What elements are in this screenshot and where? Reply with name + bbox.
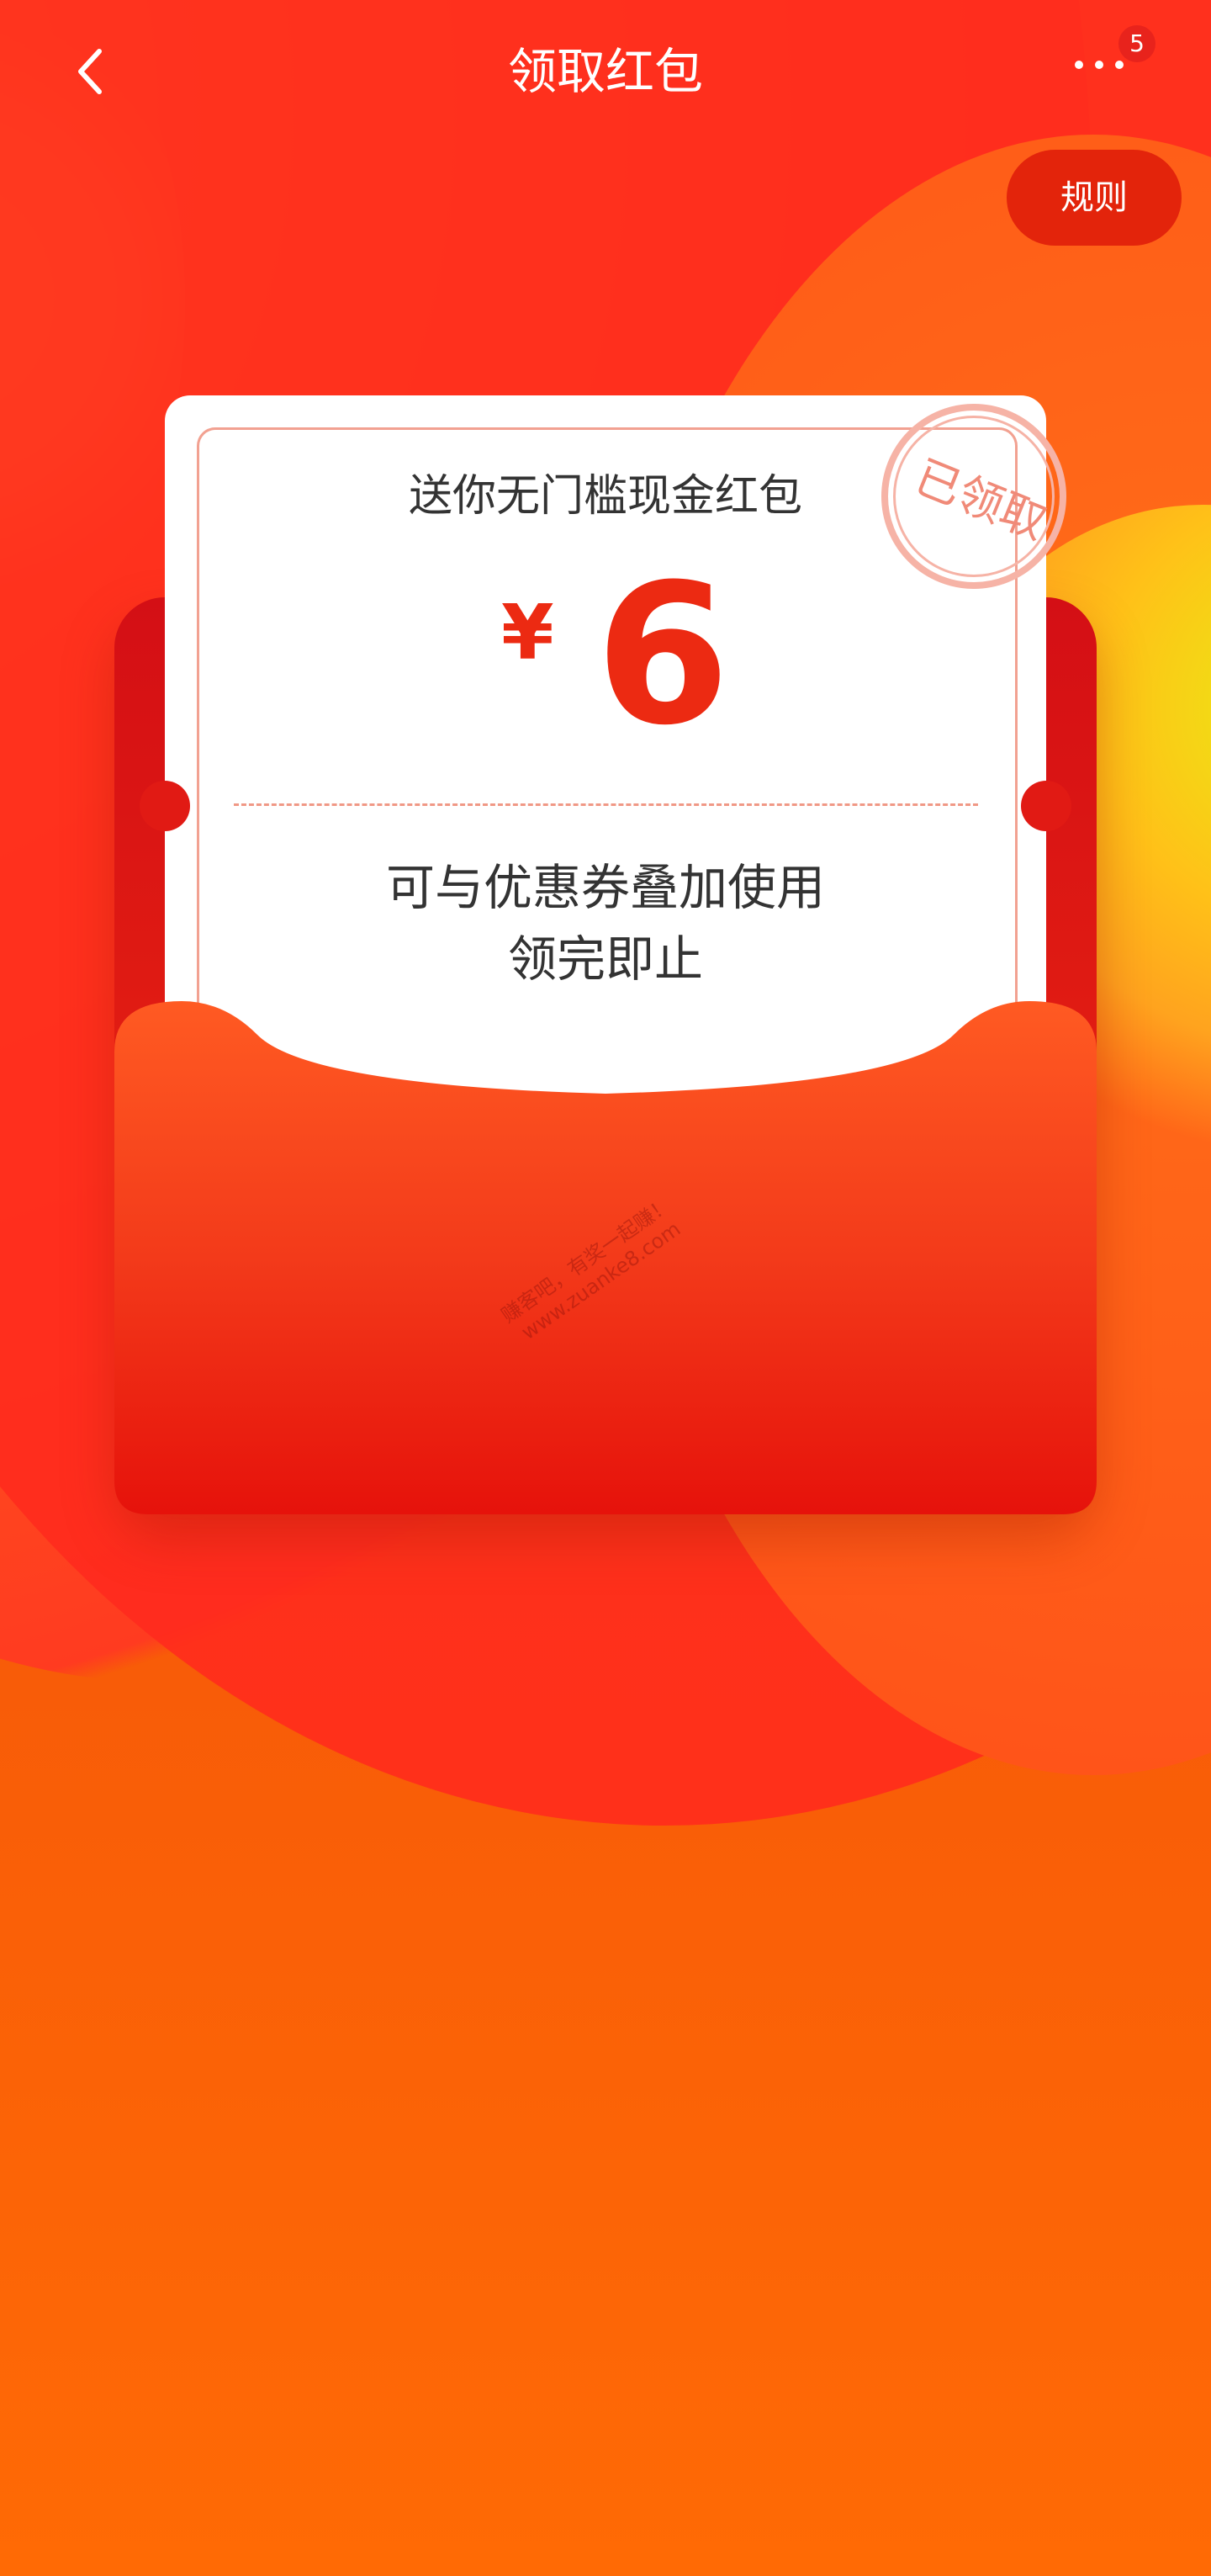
top-bar: 领取红包 5 bbox=[0, 0, 1211, 143]
description-line-2: 领完即止 bbox=[507, 930, 703, 988]
amount-value: 6 bbox=[595, 543, 731, 768]
card-notch-left bbox=[140, 781, 190, 831]
more-button[interactable]: 5 bbox=[1060, 25, 1161, 109]
red-packet-card: 送你无门槛现金红包 ¥ 6 可与优惠券叠加使用 领完即止 已领取 bbox=[140, 395, 1071, 1187]
red-packet-envelope: 送你无门槛现金红包 ¥ 6 可与优惠券叠加使用 领完即止 已领取 赚客吧，有奖一… bbox=[114, 395, 1097, 1514]
notification-badge: 5 bbox=[1118, 25, 1155, 62]
card-notch-right bbox=[1021, 781, 1071, 831]
currency-symbol: ¥ bbox=[501, 589, 554, 677]
dashed-divider bbox=[234, 803, 978, 806]
amount-display: ¥ 6 bbox=[165, 555, 1046, 757]
claimed-stamp: 已领取 bbox=[881, 404, 1083, 606]
description-line-1: 可与优惠券叠加使用 bbox=[385, 859, 825, 916]
more-dots-icon bbox=[1075, 61, 1124, 69]
page: 领取红包 5 规则 送你无门槛现金红包 ¥ 6 可与优惠券叠加使用 领完即止 已… bbox=[0, 0, 1211, 2576]
rules-button[interactable]: 规则 bbox=[1007, 150, 1182, 246]
page-title: 领取红包 bbox=[507, 43, 703, 100]
